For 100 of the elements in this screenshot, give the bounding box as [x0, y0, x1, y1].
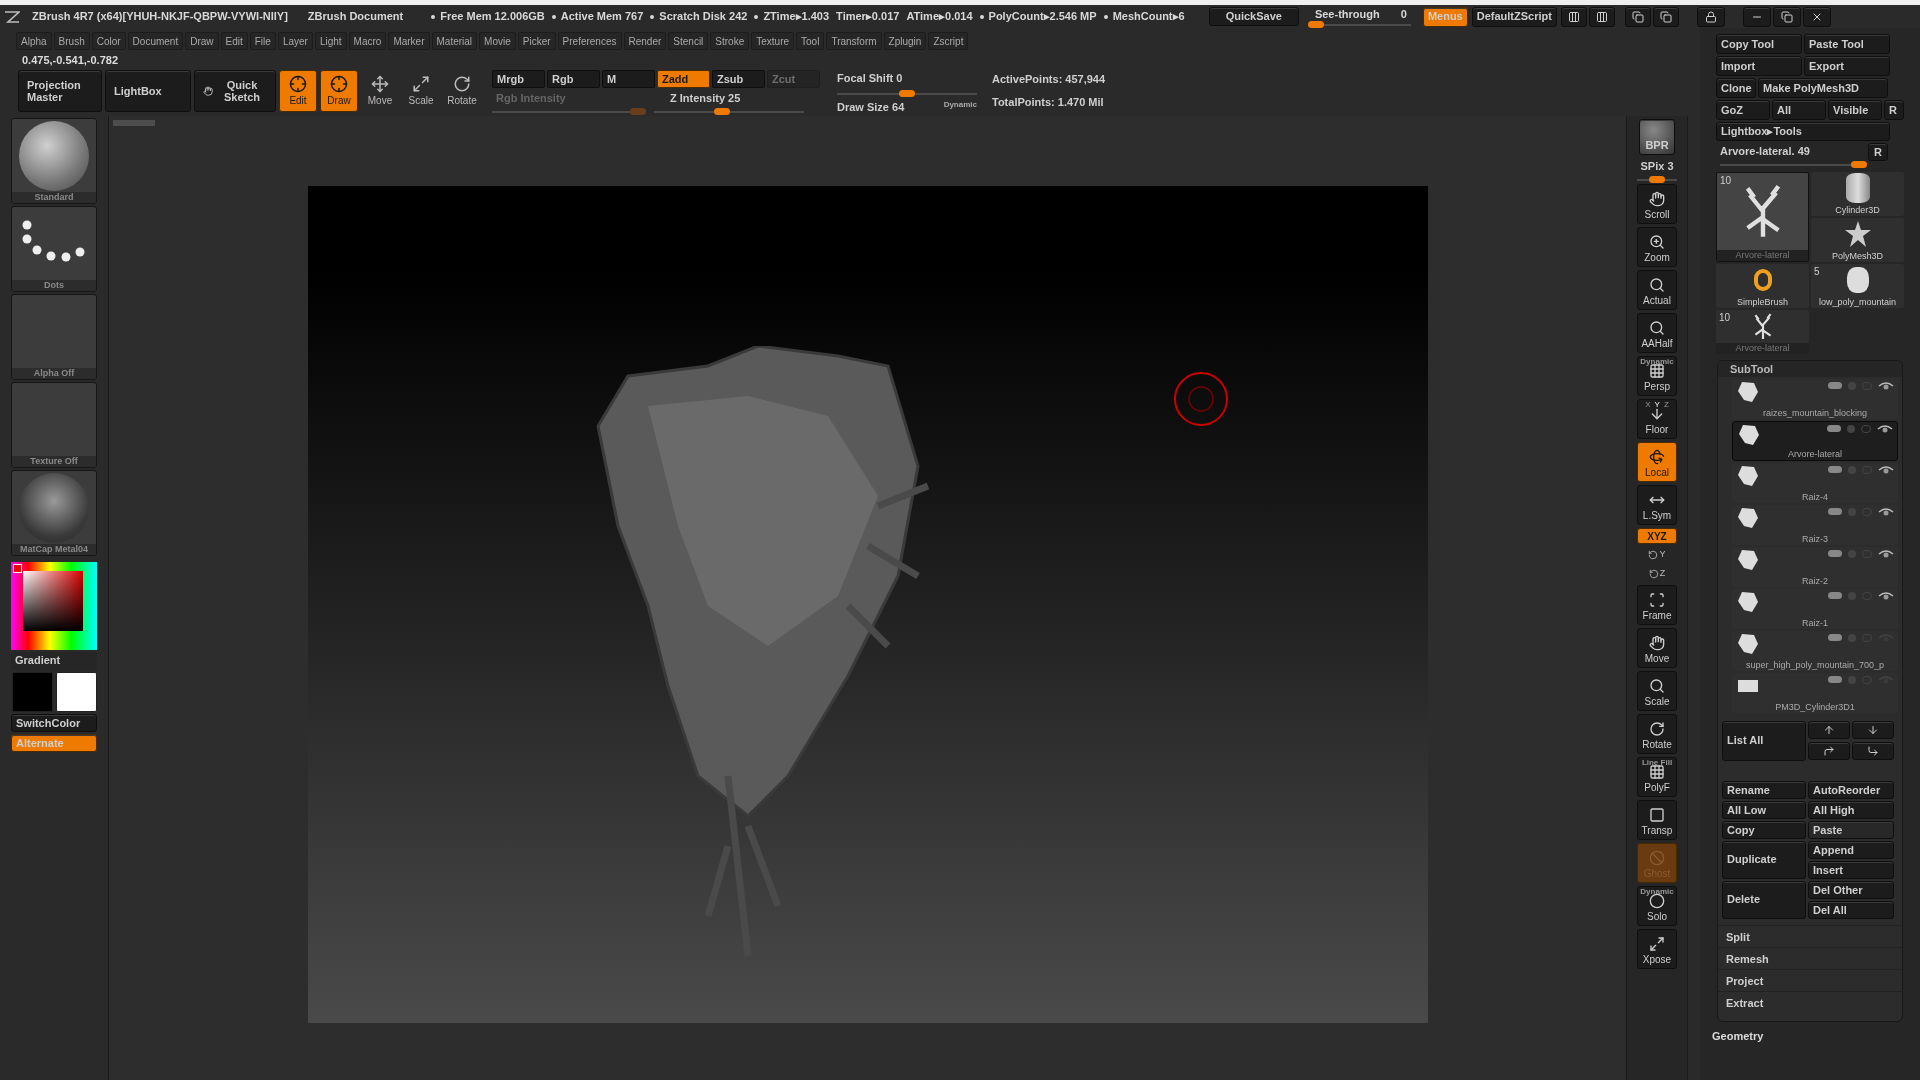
bpr-button[interactable]: BPR	[1639, 119, 1675, 155]
menu-item[interactable]: Render	[623, 32, 667, 50]
tool-thumbnail[interactable]: 5 low_poly_mountain	[1811, 263, 1904, 308]
menu-item[interactable]: Zscript	[928, 32, 969, 50]
color-mode-button[interactable]: Rgb	[547, 70, 600, 88]
rotate-axis-button[interactable]: Z	[1648, 565, 1666, 582]
subtool-action-button[interactable]: Insert	[1808, 860, 1894, 879]
menu-item[interactable]: Stroke	[710, 32, 750, 50]
shelf-button[interactable]: Rotate	[1637, 713, 1677, 754]
toggle-dots-icon[interactable]	[1828, 550, 1842, 557]
shelf-button[interactable]: Frame	[1637, 584, 1677, 625]
toggle-dots-icon[interactable]	[1828, 382, 1842, 389]
thumbnail-slot[interactable]: Texture Off	[11, 382, 97, 468]
tool-button[interactable]: Make PolyMesh3D	[1758, 78, 1888, 98]
menu-item[interactable]: Draw	[185, 32, 219, 50]
slider-thumb[interactable]	[899, 89, 915, 97]
menu-item[interactable]: Color	[91, 32, 126, 50]
slider-thumb[interactable]	[1307, 20, 1324, 28]
mode-button[interactable]: Edit	[279, 70, 317, 112]
menu-item[interactable]: Marker	[388, 32, 430, 50]
menu-item[interactable]: Zplugin	[883, 32, 927, 50]
shelf-button[interactable]: Dynamic Solo	[1637, 885, 1677, 926]
slider-thumb[interactable]	[1850, 160, 1867, 168]
eye-icon[interactable]	[1878, 507, 1894, 516]
subtool-item[interactable]: Arvore-lateral	[1732, 420, 1898, 461]
color-picker[interactable]	[11, 562, 97, 650]
close-button[interactable]	[1802, 6, 1831, 27]
xyz-button[interactable]: XYZ	[1637, 527, 1677, 544]
palette-button[interactable]	[1624, 6, 1651, 27]
tool-button[interactable]: Copy Tool	[1716, 34, 1802, 54]
toggle-dots-icon[interactable]	[1828, 466, 1842, 473]
subtool-action-button[interactable]: Delete	[1722, 880, 1806, 919]
section-header[interactable]: Remesh	[1718, 946, 1902, 969]
layout-button[interactable]	[1560, 6, 1587, 27]
arrow-button[interactable]	[1808, 741, 1850, 760]
reset-button[interactable]: R	[1868, 143, 1888, 161]
dynamic-toggle[interactable]: Dynamic	[943, 98, 977, 115]
subtool-action-button[interactable]: Copy	[1722, 820, 1806, 839]
tool-button[interactable]: Clone	[1716, 78, 1756, 98]
slider-thumb[interactable]	[1649, 175, 1665, 183]
palette-button[interactable]	[1652, 6, 1679, 27]
projection-master-button[interactable]: Projection Master	[18, 70, 102, 112]
shelf-button[interactable]: Xpose	[1637, 928, 1677, 969]
thumbnail-slot[interactable]: Alpha Off	[11, 294, 97, 380]
menu-item[interactable]: Tool	[796, 32, 825, 50]
tool-button[interactable]: All	[1772, 100, 1826, 120]
shelf-button[interactable]: Zoom	[1637, 226, 1677, 267]
menu-item[interactable]: Preferences	[557, 32, 622, 50]
arrow-button[interactable]	[1808, 720, 1850, 739]
shelf-button[interactable]: Dynamic Persp	[1637, 355, 1677, 396]
eye-icon[interactable]	[1878, 381, 1894, 390]
toggle-dots-icon[interactable]	[1828, 508, 1842, 515]
menu-item[interactable]: Edit	[220, 32, 248, 50]
restore-button[interactable]	[1772, 6, 1801, 27]
mode-button[interactable]: Rotate	[443, 70, 481, 112]
subtool-action-button[interactable]: Rename	[1722, 780, 1806, 799]
lightbox-tools-button[interactable]: Lightbox▸Tools	[1716, 122, 1890, 141]
geometry-header[interactable]: Geometry	[1700, 1027, 1764, 1044]
primary-color-swatch[interactable]	[11, 672, 53, 712]
viewport-canvas[interactable]	[307, 186, 1428, 1023]
tool-button[interactable]: Export	[1804, 56, 1890, 76]
lightbox-button[interactable]: LightBox	[105, 70, 191, 112]
lock-button[interactable]	[1696, 6, 1725, 27]
menu-item[interactable]: Document	[127, 32, 184, 50]
tool-button[interactable]: Paste Tool	[1804, 34, 1890, 54]
subtool-action-button[interactable]: All High	[1808, 800, 1894, 819]
eye-icon[interactable]	[1878, 549, 1894, 558]
layout-button[interactable]	[1588, 6, 1615, 27]
minimize-button[interactable]	[1742, 6, 1771, 27]
shelf-button[interactable]: L.Sym	[1637, 484, 1677, 525]
tool-button[interactable]: Visible	[1828, 100, 1882, 120]
tool-thumbnail[interactable]: Cylinder3D	[1811, 171, 1904, 216]
menu-item[interactable]: Movie	[479, 32, 516, 50]
color-mode-button[interactable]: Zsub	[712, 70, 765, 88]
toggle-dots-icon[interactable]	[1827, 425, 1841, 432]
menu-item[interactable]: File	[249, 32, 276, 50]
subtool-action-button[interactable]: All Low	[1722, 800, 1806, 819]
shelf-button[interactable]: X Y Z Floor	[1637, 398, 1677, 439]
subtool-action-button[interactable]: Duplicate	[1722, 840, 1806, 879]
menu-item[interactable]: Picker	[517, 32, 556, 50]
shelf-button[interactable]: Scroll	[1637, 183, 1677, 224]
menu-item[interactable]: Material	[431, 32, 478, 50]
quicksave-button[interactable]: QuickSave	[1208, 7, 1299, 26]
shelf-button[interactable]: AAHalf	[1637, 312, 1677, 353]
menu-item[interactable]: Light	[314, 32, 347, 50]
menu-item[interactable]: Layer	[277, 32, 313, 50]
shelf-button[interactable]: Scale	[1637, 670, 1677, 711]
section-header[interactable]: Split	[1718, 924, 1902, 947]
shelf-button[interactable]: Transp	[1637, 799, 1677, 840]
thumbnail-slot[interactable]: Standard	[11, 118, 97, 204]
quick-sketch-button[interactable]: Quick Sketch	[194, 70, 276, 112]
toggle-dots-icon[interactable]	[1828, 592, 1842, 599]
eye-icon[interactable]	[1877, 424, 1893, 433]
color-mode-button[interactable]: M	[602, 70, 655, 88]
shelf-button[interactable]: Actual	[1637, 269, 1677, 310]
menu-item[interactable]: Texture	[751, 32, 795, 50]
subtool-action-button[interactable]: AutoReorder	[1808, 780, 1894, 799]
menu-item[interactable]: Transform	[826, 32, 882, 50]
tool-button[interactable]: GoZ	[1716, 100, 1770, 120]
menu-item[interactable]: Alpha	[16, 32, 52, 50]
